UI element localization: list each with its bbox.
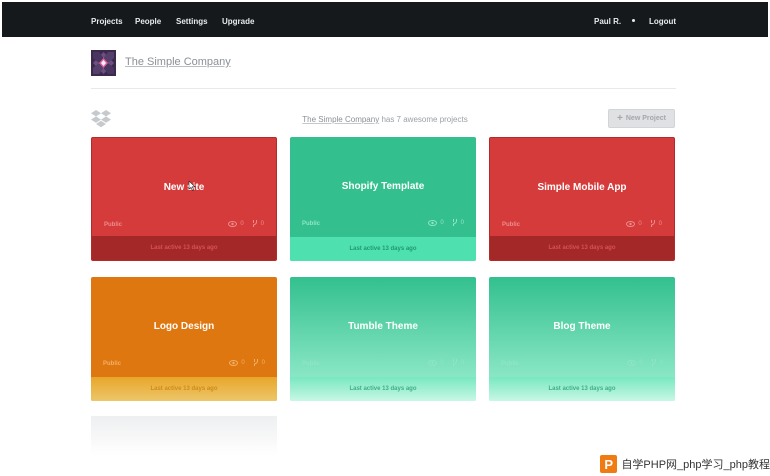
project-stats: 0 0 (229, 359, 265, 366)
summary-text: has 7 awesome projects (381, 115, 468, 124)
last-active: Last active 13 days ago (290, 237, 476, 261)
project-title: Simple Mobile App (537, 182, 627, 193)
divider (91, 88, 676, 89)
visibility-label: Public (104, 222, 123, 228)
nav-projects[interactable]: Projects (91, 17, 123, 26)
mouse-cursor-icon (188, 181, 196, 191)
project-card-logo-design[interactable]: Logo Design Public 0 0 Last active 13 da… (91, 277, 277, 401)
last-active: Last active 13 days ago (290, 377, 476, 401)
nav-user[interactable]: Paul R. (594, 17, 621, 26)
last-active: Last active 13 days ago (490, 236, 674, 260)
company-name-link[interactable]: The Simple Company (125, 56, 231, 68)
project-card-new-site[interactable]: New site Public 0 0 Last active 13 days … (91, 137, 277, 261)
nav-settings[interactable]: Settings (176, 17, 208, 26)
watermark-logo-icon: P (600, 455, 618, 473)
views-count: 0 (240, 220, 244, 227)
last-active: Last active 13 days ago (92, 236, 276, 260)
fork-icon (452, 219, 457, 226)
forks-count: 0 (658, 220, 662, 227)
project-stats: 0 0 (428, 359, 464, 366)
forks-count: 0 (260, 220, 264, 227)
eye-icon (627, 359, 637, 366)
app-window: Projects People Settings Upgrade Paul R.… (2, 2, 768, 474)
project-card-blog-theme[interactable]: Blog Theme Public 0 0 Last active 13 day… (489, 277, 675, 401)
project-stats: 0 0 (228, 220, 264, 227)
eye-icon (229, 359, 239, 366)
views-count: 0 (639, 359, 643, 366)
fork-icon (252, 220, 257, 227)
last-active: Last active 13 days ago (489, 377, 675, 401)
nav-separator-dot (632, 19, 635, 22)
forks-count: 0 (659, 359, 663, 366)
top-nav: Projects People Settings Upgrade Paul R.… (2, 2, 768, 37)
visibility-label: Public (103, 361, 122, 367)
project-stats: 0 0 (626, 220, 662, 227)
forks-count: 0 (460, 359, 464, 366)
visibility-label: Public (302, 361, 321, 367)
watermark: P 自学PHP网_php学习_php教程 (598, 452, 770, 476)
new-project-label: New Project (625, 115, 666, 122)
new-project-button[interactable]: + New Project (608, 109, 675, 128)
last-active: Last active 13 days ago (91, 377, 277, 401)
summary-company-link[interactable]: The Simple Company (302, 115, 379, 124)
forks-count: 0 (261, 359, 265, 366)
views-count: 0 (638, 220, 642, 227)
nav-upgrade[interactable]: Upgrade (222, 17, 254, 26)
views-count: 0 (241, 359, 245, 366)
views-count: 0 (440, 219, 444, 226)
project-title: New site (163, 182, 205, 193)
eye-icon (228, 220, 238, 227)
nav-logout[interactable]: Logout (649, 17, 676, 26)
fork-icon (650, 220, 655, 227)
plus-icon: + (617, 112, 623, 124)
visibility-label: Public (501, 361, 520, 367)
company-logo-icon[interactable] (91, 50, 116, 76)
eye-icon (428, 219, 438, 226)
fork-icon (253, 359, 258, 366)
visibility-label: Public (502, 222, 521, 228)
nav-people[interactable]: People (135, 17, 161, 26)
watermark-text: 自学PHP网_php学习_php教程 (621, 459, 770, 471)
fork-icon (651, 359, 656, 366)
eye-icon (428, 359, 438, 366)
project-title: Logo Design (153, 321, 215, 332)
project-stats: 0 0 (428, 219, 464, 226)
project-title: Blog Theme (553, 321, 611, 332)
eye-icon (626, 220, 636, 227)
project-card-shopify-template[interactable]: Shopify Template Public 0 0 Last active … (290, 137, 476, 261)
project-card-tumble-theme[interactable]: Tumble Theme Public 0 0 Last active 13 d… (290, 277, 476, 401)
views-count: 0 (440, 359, 444, 366)
project-card-simple-mobile-app[interactable]: Simple Mobile App Public 0 0 Last active… (489, 137, 675, 261)
visibility-label: Public (302, 221, 321, 227)
project-title: Tumble Theme (348, 321, 418, 332)
forks-count: 0 (460, 219, 464, 226)
project-title: Shopify Template (341, 181, 425, 192)
fork-icon (452, 359, 457, 366)
project-stats: 0 0 (627, 359, 663, 366)
